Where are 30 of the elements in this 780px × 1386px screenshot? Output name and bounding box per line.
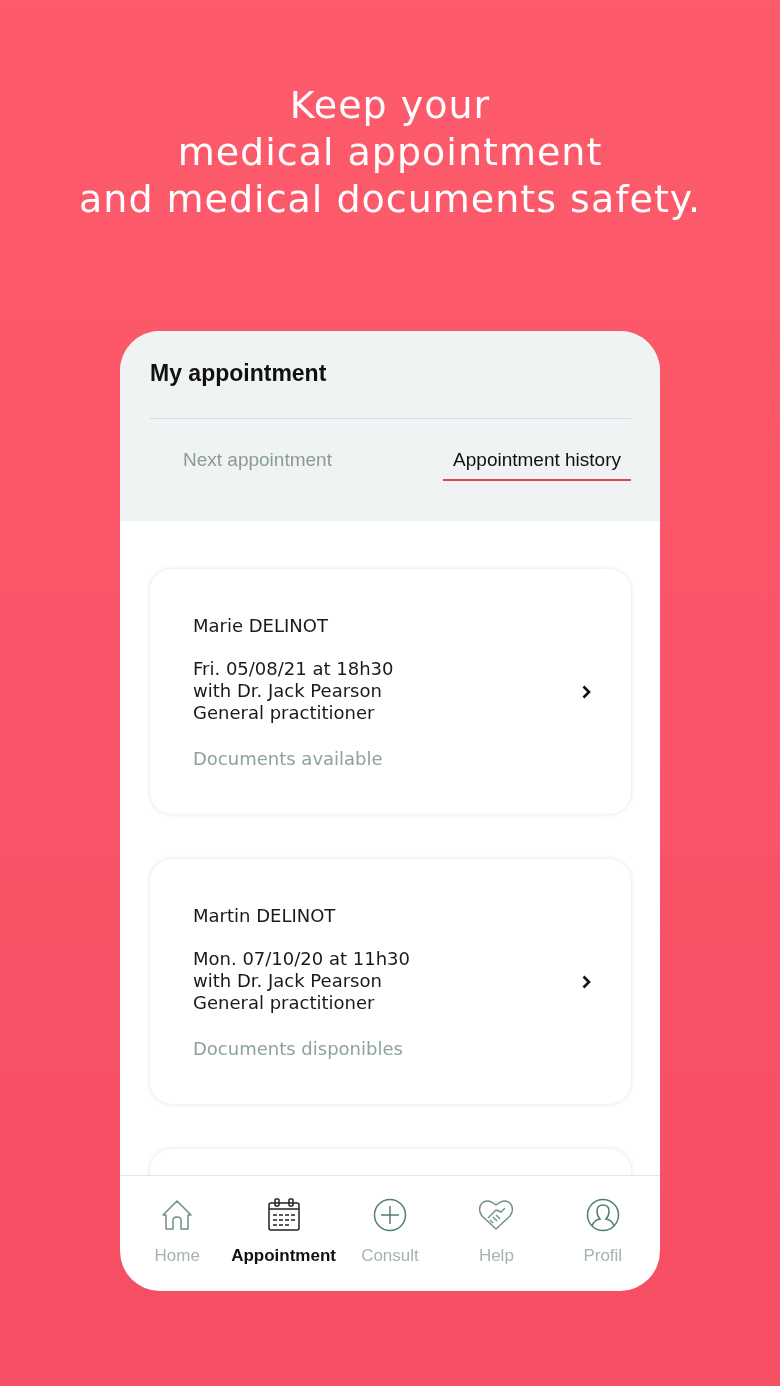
appointment-card[interactable]: Marie DELINOT Fri. 05/08/21 at 18h30 with Dr. Jack Pearson General practitioner Documents available bbox=[150, 569, 631, 814]
patient-name: Marie DELINOT bbox=[193, 614, 329, 636]
chevron-right-icon bbox=[582, 974, 591, 989]
nav-item[interactable]: Profil bbox=[550, 1176, 655, 1291]
appointment-date: Fri. 05/08/21 at 18h30 bbox=[193, 657, 395, 680]
nav-item[interactable]: Home bbox=[125, 1176, 230, 1291]
appointment-card[interactable]: Martin DELINOT Mon. 07/10/20 at 11h30 with Dr. Jack Pearson General practitioner Documents disponibles bbox=[150, 859, 631, 1104]
user-icon bbox=[585, 1198, 620, 1232]
handshake-heart-icon bbox=[478, 1198, 515, 1232]
doctor-specialty: General practitioner bbox=[193, 701, 376, 724]
doctor-specialty: General practitioner bbox=[193, 991, 376, 1014]
doctor-name: with Dr. Jack Pearson bbox=[193, 969, 383, 992]
appointment-date: Mon. 07/10/20 at 11h30 bbox=[193, 947, 411, 970]
nav-item[interactable]: Appointment bbox=[231, 1176, 336, 1291]
home-icon bbox=[160, 1198, 195, 1232]
doctor-name: with Dr. Jack Pearson bbox=[193, 679, 383, 702]
tab[interactable]: Appointment history bbox=[443, 449, 631, 481]
chevron-right-icon bbox=[582, 684, 591, 699]
patient-name: Martin DELINOT bbox=[193, 904, 337, 926]
tab[interactable]: Next appointment bbox=[173, 449, 342, 481]
documents-status: Documents disponibles bbox=[193, 1037, 404, 1059]
nav-item[interactable]: Consult bbox=[337, 1176, 442, 1291]
headline-text: medical appointment bbox=[177, 129, 603, 176]
calendar-icon bbox=[266, 1198, 301, 1232]
screen-title: My appointment bbox=[150, 360, 327, 388]
headline-text: and medical documents safety. bbox=[79, 176, 701, 223]
headline-text: Keep your bbox=[289, 82, 491, 129]
nav-item[interactable]: Help bbox=[444, 1176, 549, 1291]
documents-status: Documents available bbox=[193, 747, 384, 769]
plus-icon bbox=[372, 1198, 407, 1232]
